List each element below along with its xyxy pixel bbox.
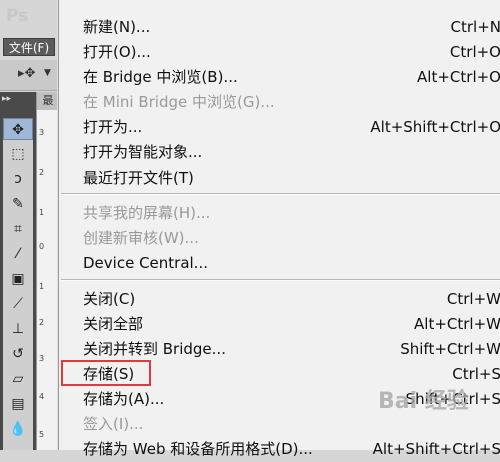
menu-item-browse-in-bridge[interactable]: 在 Bridge 中浏览(B)... Alt+Ctrl+O: [59, 64, 500, 90]
menu-item-open-recent[interactable]: 最近打开文件(T): [59, 165, 500, 191]
menu-item-open-as[interactable]: 打开为... Alt+Shift+Ctrl+O: [59, 114, 500, 140]
ruler-label: 0: [39, 242, 45, 251]
move-tool-icon[interactable]: ✥: [3, 118, 33, 140]
menu-item-shortcut: Ctrl+W: [446, 290, 500, 308]
history-brush-tool-icon[interactable]: ↺: [3, 343, 33, 365]
menu-item-browse-in-mini-bridge: 在 Mini Bridge 中浏览(G)...: [59, 89, 500, 115]
toolbar: ✥ ⬚ ↄ ✎ ⌗ ⁄ ▣ ⟋ ⊥ ↺ ▱ ▤ 💧: [3, 118, 33, 450]
menu-item-label: 签入(I)...: [83, 415, 144, 433]
menu-item-label: 关闭全部: [83, 315, 144, 333]
menu-item-shortcut: Shift+Ctrl+W: [400, 340, 500, 358]
menu-item-label: 打开(O)...: [83, 43, 151, 61]
ruler-label: 1: [39, 208, 45, 217]
gradient-tool-icon[interactable]: ▤: [3, 393, 33, 415]
menu-item-open[interactable]: 打开(O)... Ctrl+O: [59, 39, 500, 65]
ruler-label: 3: [39, 354, 45, 363]
ruler-label: 5: [39, 430, 45, 439]
menu-item-label: 创建新审核(W)...: [83, 229, 199, 247]
menu-item-label: 存储为(A)...: [83, 390, 165, 408]
save-highlight-box: [61, 360, 151, 386]
menu-item-label: 打开为智能对象...: [83, 143, 203, 161]
menu-item-label: 打开为...: [83, 118, 143, 136]
menu-item-open-as-smart-object[interactable]: 打开为智能对象...: [59, 139, 500, 165]
document-tab[interactable]: 最: [37, 92, 59, 110]
eraser-tool-icon[interactable]: ▱: [3, 368, 33, 390]
menu-separator: [61, 279, 500, 281]
menu-item-label: Device Central...: [83, 254, 208, 272]
crop-tool-icon[interactable]: ⌗: [3, 218, 33, 240]
menu-item-close-all[interactable]: 关闭全部 Alt+Ctrl+W: [59, 311, 500, 337]
menu-separator: [61, 193, 500, 195]
menu-item-shortcut: Alt+Ctrl+W: [414, 315, 500, 333]
eyedropper-tool-icon[interactable]: ⁄: [3, 243, 33, 265]
menu-item-save-for-web[interactable]: 存储为 Web 和设备所用格式(D)... Alt+Shift+Ctrl+S: [59, 436, 500, 462]
menu-item-share-my-screen: 共享我的屏幕(H)...: [59, 200, 500, 226]
healing-brush-tool-icon[interactable]: ▣: [3, 268, 33, 290]
move-tool-preset-icon[interactable]: ▸✥: [18, 66, 35, 81]
ruler-label: 2: [39, 318, 45, 327]
menu-item-shortcut: Ctrl+N: [450, 18, 500, 36]
collapse-panel-icon[interactable]: ▸▸: [2, 94, 11, 104]
menu-item-label: 关闭(C): [83, 290, 136, 308]
menu-item-shortcut: Alt+Shift+Ctrl+O: [370, 118, 500, 136]
menu-item-label: 新建(N)...: [83, 18, 151, 36]
vertical-ruler: 最 3 2 1 0 1 2 3 4 5: [36, 92, 59, 450]
options-bar: ▸✥ ▼: [0, 60, 60, 91]
menu-item-label: 在 Mini Bridge 中浏览(G)...: [83, 93, 275, 111]
ruler-label: 2: [39, 168, 45, 177]
file-menu[interactable]: 文件(F): [3, 38, 55, 56]
brush-tool-icon[interactable]: ⟋: [3, 293, 33, 315]
lasso-tool-icon[interactable]: ↄ: [3, 168, 33, 190]
menu-item-label: 在 Bridge 中浏览(B)...: [83, 68, 238, 86]
menu-item-new[interactable]: 新建(N)... Ctrl+N: [59, 14, 500, 40]
marquee-tool-icon[interactable]: ⬚: [3, 143, 33, 165]
chevron-down-icon[interactable]: ▼: [44, 68, 51, 78]
menu-item-shortcut: Alt+Shift+Ctrl+S: [372, 440, 500, 458]
baidu-jingyan-watermark: Bai 经验: [378, 389, 469, 414]
clone-stamp-tool-icon[interactable]: ⊥: [3, 318, 33, 340]
ruler-label: 1: [39, 282, 45, 291]
menu-item-label: 关闭并转到 Bridge...: [83, 340, 226, 358]
menu-item-shortcut: Ctrl+O: [449, 43, 500, 61]
photoshop-logo: Ps: [6, 6, 29, 26]
quick-selection-tool-icon[interactable]: ✎: [3, 193, 33, 215]
menu-item-close[interactable]: 关闭(C) Ctrl+W: [59, 286, 500, 312]
menu-item-label: 存储为 Web 和设备所用格式(D)...: [83, 440, 313, 458]
menu-item-close-and-go-to-bridge[interactable]: 关闭并转到 Bridge... Shift+Ctrl+W: [59, 336, 500, 362]
menu-item-label: 共享我的屏幕(H)...: [83, 204, 211, 222]
menu-item-device-central[interactable]: Device Central...: [59, 250, 500, 276]
menu-item-shortcut: Alt+Ctrl+O: [417, 68, 500, 86]
menu-item-create-new-review: 创建新审核(W)...: [59, 225, 500, 251]
menu-item-label: 最近打开文件(T): [83, 169, 194, 187]
ruler-label: 4: [39, 392, 45, 401]
blur-tool-icon[interactable]: 💧: [3, 418, 33, 440]
ruler-label: 3: [39, 128, 45, 137]
